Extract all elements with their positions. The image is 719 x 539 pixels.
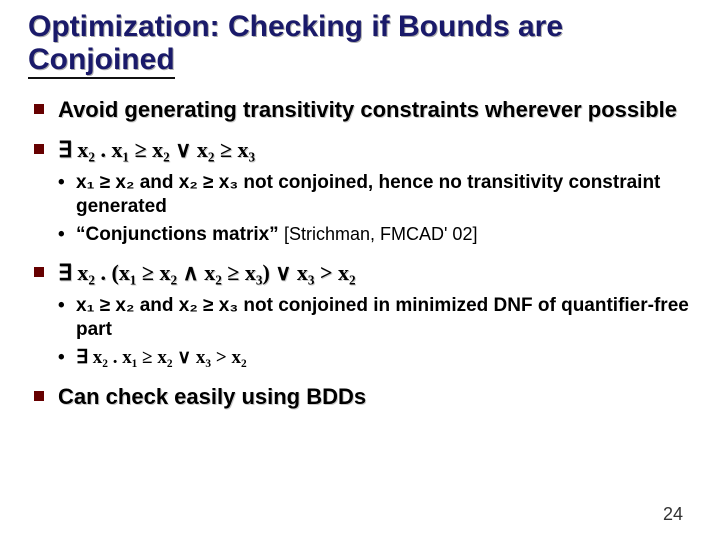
bullet-3-sub-2-text: ∃ x₂ . x₁ ≥ x₂ ∨ x₃ > x₂ <box>76 347 247 368</box>
bullet-2: ∃ x₂ . x₁ ≥ x₂ ∨ x₂ ≥ x₃ x₁ ≥ x₂ and x₂ … <box>28 137 691 246</box>
bullet-2-sub-1: x₁ ≥ x₂ and x₂ ≥ x₃ not conjoined, hence… <box>58 171 691 219</box>
title-line-1: Optimization: Checking if Bounds are <box>28 10 563 43</box>
bullet-2-sublist: x₁ ≥ x₂ and x₂ ≥ x₃ not conjoined, hence… <box>58 171 691 246</box>
bullet-1-text: Avoid generating transitivity constraint… <box>58 97 677 122</box>
bullet-3-sublist: x₁ ≥ x₂ and x₂ ≥ x₃ not conjoined in min… <box>58 294 691 369</box>
bullet-4: Can check easily using BDDs <box>28 384 691 410</box>
bullet-2-sub-2-prefix: “Conjunctions matrix” <box>76 224 284 245</box>
bullet-2-sub-1-text: x₁ ≥ x₂ and x₂ ≥ x₃ not conjoined, hence… <box>76 172 660 217</box>
bullet-1: Avoid generating transitivity constraint… <box>28 97 691 123</box>
bullet-2-sub-2-cite: [Strichman, FMCAD' 02] <box>284 224 477 244</box>
bullet-3-sub-1-text: x₁ ≥ x₂ and x₂ ≥ x₃ not conjoined in min… <box>76 295 689 340</box>
bullet-list: Avoid generating transitivity constraint… <box>28 97 691 410</box>
bullet-3: ∃ x₂ . (x₁ ≥ x₂ ∧ x₂ ≥ x₃) ∨ x₃ > x₂ x₁ … <box>28 260 691 369</box>
bullet-2-sub-2: “Conjunctions matrix” [Strichman, FMCAD'… <box>58 223 691 247</box>
slide-title: Optimization: Checking if Bounds are Con… <box>28 10 691 79</box>
slide: Optimization: Checking if Bounds are Con… <box>0 0 719 539</box>
bullet-3-sub-2: ∃ x₂ . x₁ ≥ x₂ ∨ x₃ > x₂ <box>58 346 691 370</box>
title-line-2: Conjoined <box>28 43 175 79</box>
bullet-4-text: Can check easily using BDDs <box>58 384 366 409</box>
bullet-2-formula: ∃ x₂ . x₁ ≥ x₂ ∨ x₂ ≥ x₃ <box>58 137 255 162</box>
bullet-3-sub-1: x₁ ≥ x₂ and x₂ ≥ x₃ not conjoined in min… <box>58 294 691 342</box>
bullet-3-formula: ∃ x₂ . (x₁ ≥ x₂ ∧ x₂ ≥ x₃) ∨ x₃ > x₂ <box>58 260 356 285</box>
page-number: 24 <box>663 504 683 525</box>
